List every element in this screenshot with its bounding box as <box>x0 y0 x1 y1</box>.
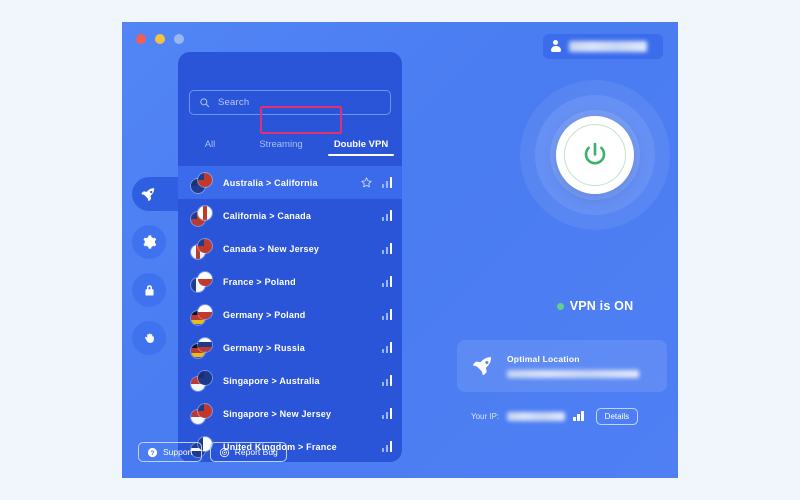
flag-pair-icon <box>190 270 216 293</box>
rocket-icon <box>473 356 492 376</box>
sidebar-item-connect[interactable] <box>132 177 178 211</box>
server-label: Canada > New Jersey <box>223 243 320 254</box>
server-label: Australia > California <box>223 177 318 188</box>
gear-icon <box>143 235 157 249</box>
account-button[interactable] <box>543 34 663 59</box>
server-row[interactable]: Germany > Poland <box>178 298 402 331</box>
titlebar <box>122 22 678 59</box>
report-bug-button[interactable]: Report Bug <box>209 442 287 462</box>
signal-bars-icon <box>381 375 392 386</box>
sidebar-item-security[interactable] <box>132 273 166 307</box>
server-label: France > Poland <box>223 276 296 287</box>
vpn-status: VPN is ON <box>520 299 670 313</box>
flag-pair-icon <box>190 237 216 260</box>
server-label: Germany > Russia <box>223 342 305 353</box>
optimal-location-subtitle <box>507 370 639 378</box>
ip-value <box>507 411 566 421</box>
window-controls <box>136 34 184 44</box>
person-icon <box>550 40 561 53</box>
signal-bars-icon <box>381 342 392 353</box>
vpn-app-window: Search All Streaming Double VPN Australi… <box>122 22 678 478</box>
server-panel: Search All Streaming Double VPN Australi… <box>178 52 402 462</box>
screenshot-root: Search All Streaming Double VPN Australi… <box>0 0 800 500</box>
sidebar <box>132 177 178 369</box>
support-button[interactable]: ? Support <box>138 442 202 462</box>
flag-icon-pl <box>197 270 213 287</box>
server-row[interactable]: Canada > New Jersey <box>178 232 402 265</box>
status-dot <box>556 302 564 310</box>
search-icon <box>200 98 210 108</box>
flag-pair-icon <box>190 171 216 194</box>
flag-icon-us <box>197 237 213 254</box>
signal-bars-icon <box>381 210 392 221</box>
server-label: California > Canada <box>223 210 312 221</box>
optimal-location-card[interactable]: Optimal Location <box>457 340 667 392</box>
tab-streaming[interactable]: Streaming <box>242 139 320 156</box>
flag-pair-icon <box>190 369 216 392</box>
optimal-location-title: Optimal Location <box>507 354 580 364</box>
close-button[interactable] <box>136 34 146 44</box>
ip-label: Your IP: <box>471 411 500 421</box>
flag-icon-us <box>197 171 213 188</box>
tab-double-vpn[interactable]: Double VPN <box>320 139 402 156</box>
hand-icon <box>144 333 154 343</box>
server-row[interactable]: Australia > California <box>178 166 402 199</box>
power-icon <box>584 142 606 165</box>
question-circle-icon: ? <box>147 447 158 457</box>
flag-icon-pl <box>197 303 213 320</box>
tab-all[interactable]: All <box>178 139 242 156</box>
ip-row: Your IP: Details <box>457 404 667 428</box>
flag-pair-icon <box>190 204 216 227</box>
flag-icon-au <box>197 369 213 386</box>
server-row[interactable]: France > Poland <box>178 265 402 298</box>
server-row[interactable]: California > Canada <box>178 199 402 232</box>
server-label: Singapore > New Jersey <box>223 408 332 419</box>
flag-pair-icon <box>190 303 216 326</box>
minimize-button[interactable] <box>155 34 165 44</box>
flag-icon-ru <box>197 336 213 353</box>
flag-icon-us <box>197 402 213 419</box>
search-input[interactable]: Search <box>189 90 391 115</box>
filter-tabs: All Streaming Double VPN <box>178 132 402 162</box>
support-label: Support <box>163 447 193 457</box>
signal-bars-icon <box>381 441 392 452</box>
report-bug-label: Report Bug <box>234 447 278 457</box>
details-button[interactable]: Details <box>595 407 639 425</box>
optimal-location-texts: Optimal Location <box>507 354 639 378</box>
server-row[interactable]: Singapore > New Jersey <box>178 397 402 430</box>
flag-icon-ca <box>197 204 213 221</box>
server-label: Germany > Poland <box>223 309 306 320</box>
footer-bar: ? Support Report Bug <box>138 442 287 462</box>
zoom-button[interactable] <box>174 34 184 44</box>
server-list[interactable]: Australia > California California > Canad… <box>178 166 402 462</box>
sidebar-item-privacy[interactable] <box>132 321 166 355</box>
flag-pair-icon <box>190 402 216 425</box>
power-area <box>520 80 670 230</box>
signal-bars-icon <box>381 243 392 254</box>
signal-bars-icon <box>381 309 392 320</box>
lock-icon <box>144 284 154 295</box>
svg-text:?: ? <box>151 449 155 456</box>
account-username <box>569 41 647 52</box>
signal-bars-icon <box>573 411 584 421</box>
signal-bars-icon <box>381 276 392 287</box>
signal-bars-icon <box>381 177 392 188</box>
server-label: Singapore > Australia <box>223 375 320 386</box>
flag-pair-icon <box>190 336 216 359</box>
power-button[interactable] <box>556 116 634 194</box>
status-text: VPN is ON <box>569 299 634 313</box>
search-placeholder: Search <box>218 97 250 108</box>
sidebar-item-settings[interactable] <box>132 225 166 259</box>
signal-bars-icon <box>381 408 392 419</box>
favorite-star-icon[interactable] <box>360 176 373 189</box>
power-ring <box>564 124 626 186</box>
rocket-icon <box>141 187 155 201</box>
server-row[interactable]: Singapore > Australia <box>178 364 402 397</box>
server-row[interactable]: Germany > Russia <box>178 331 402 364</box>
target-icon <box>219 447 229 457</box>
